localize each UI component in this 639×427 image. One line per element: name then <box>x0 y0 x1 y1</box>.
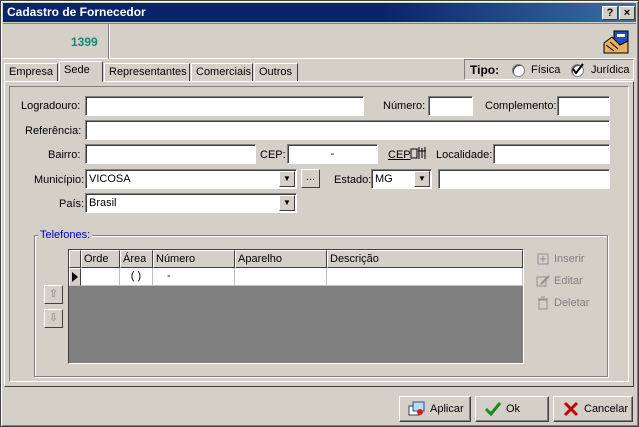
telefones-grid[interactable]: Orde Área Número Aparelho Descrição ( ) … <box>68 249 524 364</box>
insert-icon <box>537 253 549 265</box>
tab-sede[interactable]: Sede <box>59 61 103 82</box>
edit-icon <box>536 275 550 287</box>
telefones-title: Telefones: <box>38 229 93 241</box>
logradouro-field[interactable] <box>85 96 364 116</box>
radio-fisica[interactable] <box>512 64 525 77</box>
municipio-lookup-button[interactable]: ... <box>301 169 320 188</box>
column-numero[interactable]: Número <box>153 250 235 268</box>
supplier-code: 1399 <box>71 35 98 49</box>
pais-select[interactable]: Brasil <box>85 193 297 213</box>
window-title: Cadastro de Fornecedor <box>7 5 146 19</box>
numero-label: Número: <box>383 100 426 112</box>
cancel-button[interactable]: Cancelar <box>553 396 633 422</box>
tipo-label: Tipo: <box>470 63 500 77</box>
check-icon <box>484 402 502 417</box>
row-indicator-icon <box>69 268 81 286</box>
column-area[interactable]: Área <box>120 250 153 268</box>
localidade-field[interactable] <box>493 144 610 164</box>
close-button[interactable]: × <box>619 6 635 20</box>
tipo-group: Tipo: Física Jurídica <box>464 59 634 80</box>
municipio-label: Município: <box>34 174 85 186</box>
column-aparelho[interactable]: Aparelho <box>235 250 327 268</box>
ok-label: Ok <box>506 403 521 415</box>
apply-label: Aplicar <box>430 403 464 415</box>
ok-button[interactable]: Ok <box>475 396 549 422</box>
grid-header-row: Orde Área Número Aparelho Descrição <box>69 250 523 268</box>
column-descricao[interactable]: Descrição <box>327 250 523 268</box>
delete-button[interactable]: Deletar <box>535 296 589 310</box>
municipio-select[interactable]: VICOSA <box>85 169 297 189</box>
code-box: 1399 <box>3 24 109 59</box>
cep-label: CEP: <box>260 149 286 161</box>
estado-dropdown-button[interactable]: ▼ <box>414 171 430 187</box>
cell-area[interactable]: ( ) <box>120 268 153 286</box>
cep-search-link[interactable]: CEP <box>388 149 411 161</box>
tab-outros[interactable]: Outros <box>254 63 298 81</box>
referencia-label: Referência: <box>25 125 82 137</box>
move-down-button[interactable]: ⇩ <box>44 309 63 328</box>
apply-button[interactable]: Aplicar <box>399 396 471 422</box>
cancel-label: Cancelar <box>584 403 629 415</box>
cell-aparelho[interactable] <box>235 268 327 286</box>
cell-numero[interactable]: - <box>153 268 235 286</box>
grid-corner <box>69 250 81 268</box>
delete-label: Deletar <box>554 296 590 309</box>
estado-name-field[interactable] <box>438 169 610 189</box>
referencia-field[interactable] <box>85 120 610 140</box>
pais-dropdown-button[interactable]: ▼ <box>279 195 295 211</box>
table-row[interactable]: ( ) - <box>69 268 523 286</box>
column-ordem[interactable]: Orde <box>81 250 120 268</box>
cell-descricao[interactable] <box>327 268 523 286</box>
insert-label: Inserir <box>554 252 585 265</box>
cep-field[interactable]: - <box>287 144 378 164</box>
localidade-label: Localidade: <box>436 149 493 161</box>
check-icon <box>572 63 584 75</box>
delete-icon <box>538 296 548 310</box>
supplier-icon <box>603 30 629 54</box>
title-bar: Cadastro de Fornecedor ? × <box>3 3 636 22</box>
bairro-label: Bairro: <box>48 149 81 161</box>
help-button[interactable]: ? <box>602 6 618 20</box>
numero-field[interactable] <box>428 96 473 116</box>
edit-button[interactable]: Editar <box>535 274 583 288</box>
cep-search-icon[interactable] <box>409 145 427 161</box>
complemento-field[interactable] <box>557 96 610 116</box>
tab-comerciais[interactable]: Comerciais <box>191 63 253 81</box>
logradouro-label: Logradouro: <box>21 100 81 112</box>
move-up-button[interactable]: ⇧ <box>44 285 63 304</box>
estado-label: Estado: <box>334 174 372 186</box>
supplier-window: Cadastro de Fornecedor ? × 1399 Empresa … <box>0 0 639 427</box>
cell-ordem[interactable] <box>81 268 120 286</box>
municipio-dropdown-button[interactable]: ▼ <box>279 171 295 187</box>
complemento-label: Complemento: <box>485 100 557 112</box>
apply-icon <box>408 401 425 416</box>
pais-label: País: <box>59 198 85 210</box>
radio-juridica-label: Jurídica <box>591 64 630 76</box>
bairro-field[interactable] <box>85 144 256 164</box>
edit-label: Editar <box>554 274 583 287</box>
header-panel: 1399 <box>3 23 636 59</box>
cancel-x-icon <box>563 401 579 417</box>
insert-button[interactable]: Inserir <box>535 252 585 266</box>
tab-representantes[interactable]: Representantes <box>104 63 190 81</box>
radio-fisica-label: Física <box>531 64 561 76</box>
tab-empresa[interactable]: Empresa <box>4 63 58 81</box>
